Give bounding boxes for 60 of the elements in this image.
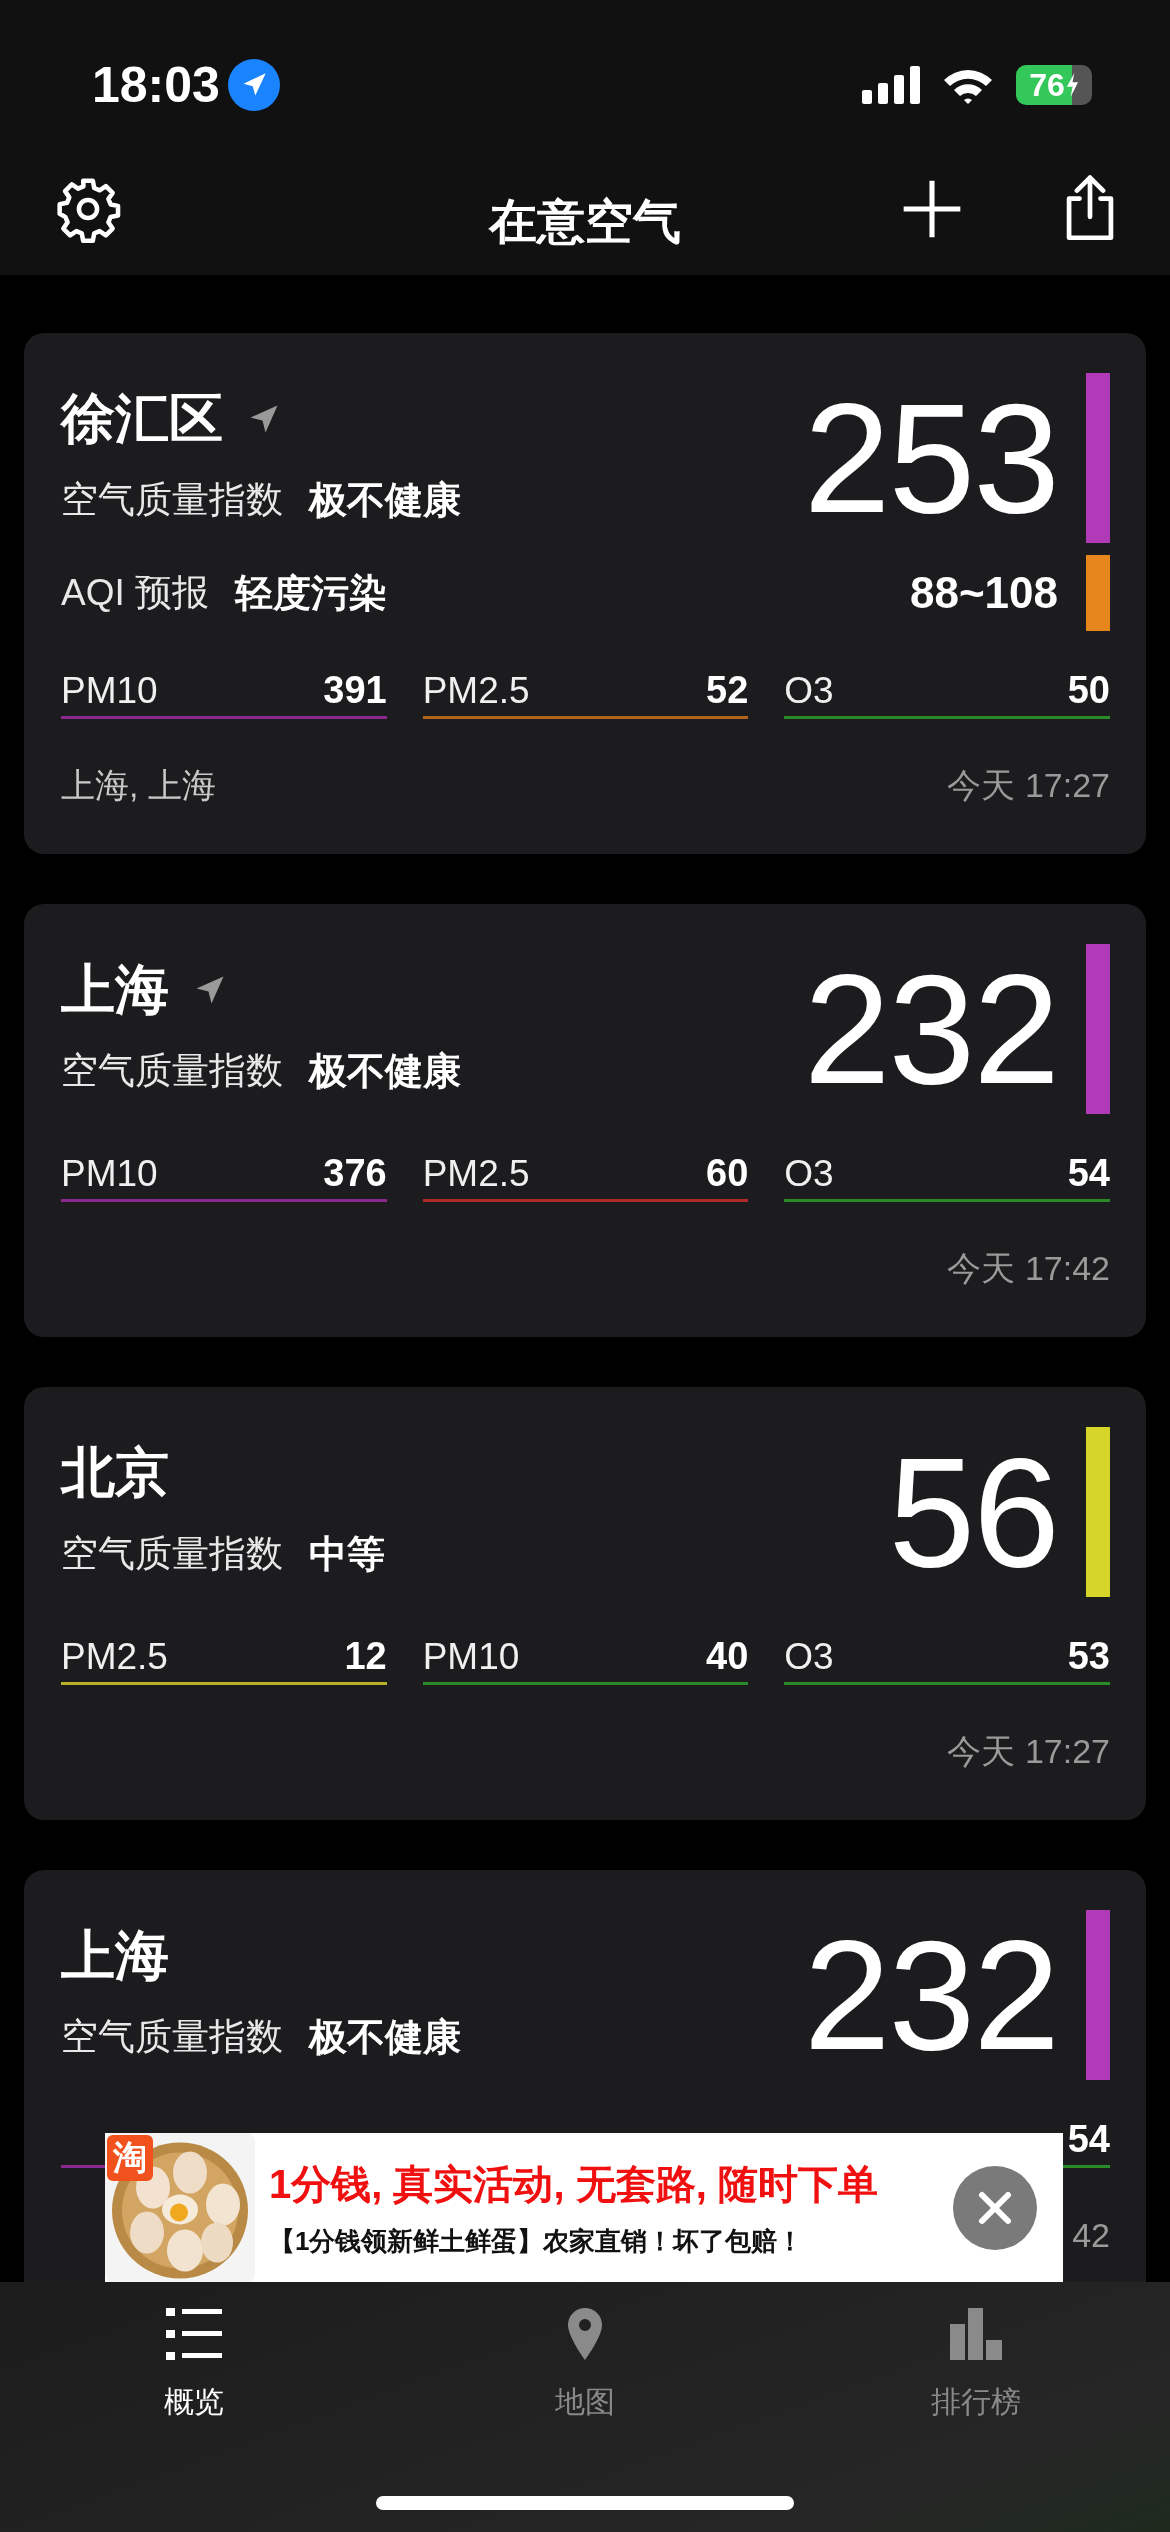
ad-toast[interactable]: 淘 1分钱, 真实活动, 无套路, 随时下单 【1分钱领新鲜土鲜蛋】农家直销！坏了包赔！ <box>105 2133 1063 2282</box>
pollutant-value: 12 <box>344 1635 387 1678</box>
city-name: 徐汇区 <box>61 386 223 450</box>
city-name: 北京 <box>61 1440 169 1504</box>
aqi-status: 极不健康 <box>309 477 461 523</box>
signal-icon <box>862 66 920 104</box>
city-card[interactable]: 徐汇区 空气质量指数 极不健康 253 AQI 预报 轻度污染 88~108 PM10 391 PM2.5 52 O3 50 上海, 上海 今天 17:27 <box>24 333 1146 854</box>
pollutant-name: O3 <box>784 670 834 712</box>
close-icon[interactable] <box>953 2165 1037 2250</box>
update-time: 今天 17:27 <box>947 1731 1110 1772</box>
aqi-label: 空气质量指数 <box>61 2015 283 2059</box>
aqi-status: 极不健康 <box>309 1048 461 1094</box>
forecast-status: 轻度污染 <box>235 570 388 616</box>
pollutant-value: 376 <box>323 1152 387 1195</box>
pollutant-name: PM10 <box>61 670 158 712</box>
region-label: 上海, 上海 <box>61 765 216 806</box>
tab-item[interactable]: 概览 <box>94 2308 294 2423</box>
aqi-value: 232 <box>803 949 1058 1109</box>
aqi-label: 空气质量指数 <box>61 478 283 522</box>
city-card[interactable]: 北京 空气质量指数 中等 56 PM2.5 12 PM10 40 O3 53 今天 17:27 <box>24 1387 1146 1820</box>
bar-chart-icon <box>948 2308 1004 2360</box>
pollutant-value: 53 <box>1067 1635 1110 1678</box>
pollutant-value: 391 <box>323 669 387 712</box>
pollutant-name: PM10 <box>422 1636 520 1678</box>
pollutant-value: 54 <box>1067 1152 1110 1195</box>
battery-indicator: 76 <box>1016 65 1092 105</box>
aqi-status: 中等 <box>309 1531 385 1577</box>
ad-headline: 1分钱, 真实活动, 无套路, 随时下单 <box>269 2160 879 2208</box>
pollutant-value: 54 <box>1067 2118 1110 2161</box>
ad-text: 【1分钱领新鲜土鲜蛋】农家直销！坏了包赔！ <box>269 2224 805 2258</box>
aqi-value: 232 <box>803 1915 1058 2075</box>
update-time: 今天 17:27 <box>947 765 1110 806</box>
city-card[interactable]: 上海 空气质量指数 极不健康 232 PM10 376 PM2.5 60 O3 54 今天 17:42 <box>24 904 1146 1337</box>
update-time: 42 <box>1072 2215 1110 2255</box>
aqi-label: 空气质量指数 <box>61 1532 283 1576</box>
pollutant-name: O3 <box>784 1636 834 1678</box>
tab-item[interactable]: 地图 <box>485 2308 685 2423</box>
tab-item[interactable]: 排行榜 <box>876 2308 1076 2423</box>
pollutant-value: 40 <box>706 1635 749 1678</box>
app-title: 在意空气 <box>489 194 681 250</box>
aqi-label: 空气质量指数 <box>61 1049 283 1093</box>
update-time: 今天 17:42 <box>947 1248 1110 1289</box>
aqi-status: 极不健康 <box>309 2014 461 2060</box>
forecast-range: 88~108 <box>909 568 1058 618</box>
pollutant-name: O3 <box>784 1153 834 1195</box>
aqi-value: 253 <box>803 378 1058 538</box>
pollutant-name: PM2.5 <box>422 670 530 712</box>
pollutant-name: PM10 <box>61 1153 158 1195</box>
pollutant-name: PM2.5 <box>61 1636 168 1678</box>
forecast-label: AQI 预报 <box>61 571 210 615</box>
list-icon <box>166 2308 222 2360</box>
store-badge: 淘 <box>107 2135 153 2181</box>
pollutant-value: 60 <box>706 1152 749 1195</box>
city-name: 上海 <box>61 1923 169 1987</box>
status-time: 18:03 <box>92 56 220 114</box>
aqi-value: 56 <box>888 1432 1058 1592</box>
city-name: 上海 <box>61 957 169 1021</box>
pollutant-name: PM2.5 <box>422 1153 530 1195</box>
pollutant-value: 50 <box>1067 669 1110 712</box>
pollutant-value: 52 <box>706 669 749 712</box>
